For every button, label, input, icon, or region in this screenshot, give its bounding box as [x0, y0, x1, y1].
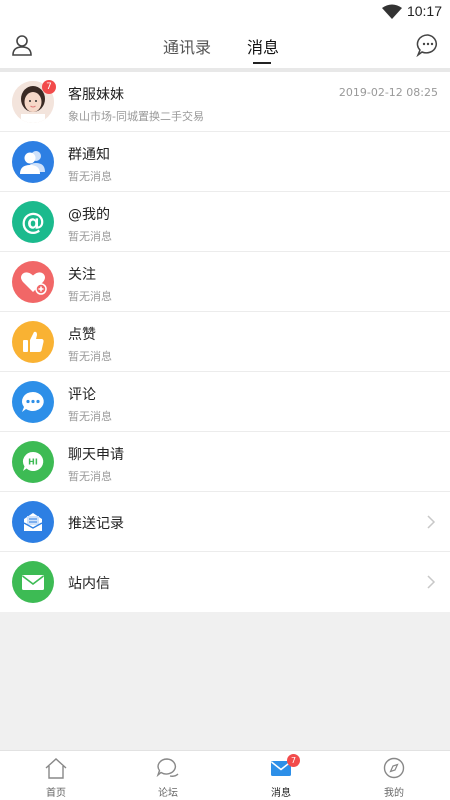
push-record-icon: [12, 501, 54, 543]
header: 通讯录 消息: [0, 24, 450, 68]
message-time: 2019-02-12 08:25: [338, 86, 438, 99]
message-preview: 暂无消息: [68, 350, 112, 363]
message-title: 评论: [68, 387, 96, 403]
message-preview: 暂无消息: [68, 230, 112, 243]
profile-compass-icon: [383, 757, 405, 779]
nav-profile[interactable]: 我的: [338, 751, 450, 800]
svg-text:@: @: [21, 208, 45, 236]
message-title: 推送记录: [68, 516, 124, 532]
message-preview: 暂无消息: [68, 470, 112, 483]
nav-label: 论坛: [158, 788, 178, 799]
message-preview: 暂无消息: [68, 290, 112, 303]
wifi-icon: [382, 4, 402, 19]
message-row-push-records[interactable]: 推送记录: [0, 492, 450, 552]
bottom-nav: 首页 论坛 7 消息 我的: [0, 750, 450, 800]
message-title: 群通知: [68, 147, 110, 163]
message-title: 站内信: [68, 576, 110, 592]
chevron-right-icon: [427, 515, 436, 529]
message-title: @我的: [68, 207, 110, 223]
message-row-comments[interactable]: 评论 暂无消息: [0, 372, 450, 432]
status-time: 10:17: [406, 3, 442, 19]
nav-forum[interactable]: 论坛: [112, 751, 224, 800]
message-list: 7 客服妹妹 象山市场-同城置换二手交易 2019-02-12 08:25 群通…: [0, 72, 450, 612]
at-icon: @: [12, 201, 54, 243]
nav-label: 我的: [384, 788, 404, 799]
message-row-group-notice[interactable]: 群通知 暂无消息: [0, 132, 450, 192]
nav-label: 消息: [271, 788, 291, 799]
message-title: 聊天申请: [68, 447, 124, 463]
message-row-customer-service[interactable]: 7 客服妹妹 象山市场-同城置换二手交易 2019-02-12 08:25: [0, 72, 450, 132]
message-row-chat-requests[interactable]: HI 聊天申请 暂无消息: [0, 432, 450, 492]
unread-badge: 7: [42, 80, 56, 94]
comment-icon: [12, 381, 54, 423]
home-icon: [45, 758, 67, 779]
chevron-right-icon: [427, 575, 436, 589]
tab-bar: 通讯录 消息: [0, 24, 450, 68]
message-preview: 象山市场-同城置换二手交易: [68, 110, 204, 123]
nav-unread-badge: 7: [287, 754, 300, 767]
thumbs-up-icon: [12, 321, 54, 363]
message-preview: 暂无消息: [68, 170, 112, 183]
nav-label: 首页: [46, 788, 66, 799]
message-row-inbox[interactable]: 站内信: [0, 552, 450, 612]
message-title: 关注: [68, 267, 96, 283]
chat-bubble-icon[interactable]: [416, 33, 440, 57]
hi-chat-icon: HI: [12, 441, 54, 483]
forum-icon: [156, 758, 179, 778]
status-bar: 10:17: [0, 0, 450, 24]
heart-plus-icon: [12, 261, 54, 303]
tab-contacts[interactable]: 通讯录: [163, 34, 211, 58]
message-title: 客服妹妹: [68, 87, 124, 103]
message-row-follows[interactable]: 关注 暂无消息: [0, 252, 450, 312]
message-row-likes[interactable]: 点赞 暂无消息: [0, 312, 450, 372]
nav-messages[interactable]: 7 消息: [225, 751, 337, 800]
active-tab-indicator: [253, 62, 271, 64]
svg-text:HI: HI: [28, 458, 38, 467]
group-icon: [12, 141, 54, 183]
message-row-mentions[interactable]: @ @我的 暂无消息: [0, 192, 450, 252]
tab-messages[interactable]: 消息: [247, 34, 279, 58]
mail-icon: [12, 561, 54, 603]
nav-home[interactable]: 首页: [0, 751, 112, 800]
message-title: 点赞: [68, 327, 96, 343]
message-preview: 暂无消息: [68, 410, 112, 423]
